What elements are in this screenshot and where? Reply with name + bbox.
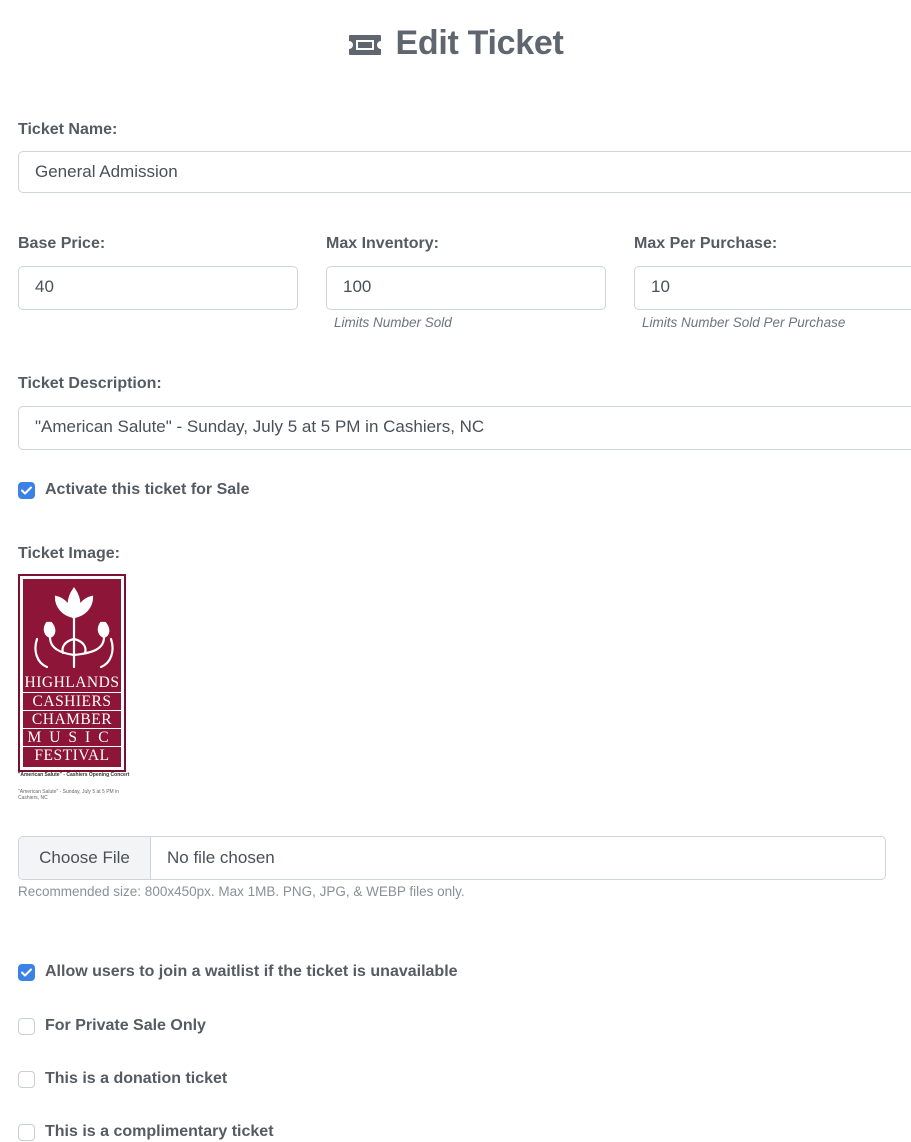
logo-line-1: HIGHLANDS bbox=[24, 674, 120, 691]
base-price-label: Base Price: bbox=[18, 235, 106, 252]
complimentary-checkbox[interactable] bbox=[18, 1123, 35, 1141]
ticket-image-preview: HIGHLANDS CASHIERS CHAMBER MUSIC FESTIVA… bbox=[18, 574, 126, 772]
max-inventory-label: Max Inventory: bbox=[326, 235, 439, 252]
ticket-name-input[interactable]: General Admission bbox=[18, 151, 911, 193]
activate-ticket-label: Activate this ticket for Sale bbox=[45, 481, 250, 498]
complimentary-row[interactable]: This is a complimentary ticket bbox=[18, 1123, 274, 1141]
donation-row[interactable]: This is a donation ticket bbox=[18, 1070, 227, 1088]
max-per-purchase-label: Max Per Purchase: bbox=[634, 235, 778, 252]
festival-logo-icon bbox=[34, 587, 114, 669]
file-size-hint: Recommended size: 800x450px. Max 1MB. PN… bbox=[18, 884, 465, 899]
max-inventory-help: Limits Number Sold bbox=[334, 315, 452, 330]
logo-line-5: FESTIVAL bbox=[23, 746, 121, 764]
donation-label: This is a donation ticket bbox=[45, 1070, 228, 1087]
ticket-description-input[interactable]: "American Salute" - Sunday, July 5 at 5 … bbox=[18, 406, 911, 450]
checkmark-icon bbox=[21, 968, 32, 976]
page-title: Edit Ticket bbox=[0, 24, 911, 63]
choose-file-button[interactable]: Choose File bbox=[19, 837, 151, 879]
max-inventory-input[interactable]: 100 bbox=[326, 266, 606, 310]
activate-ticket-row[interactable]: Activate this ticket for Sale bbox=[18, 481, 250, 499]
logo-line-2: CASHIERS bbox=[23, 692, 121, 710]
page-title-text: Edit Ticket bbox=[395, 24, 564, 62]
max-per-purchase-help: Limits Number Sold Per Purchase bbox=[642, 315, 846, 330]
checkmark-icon bbox=[21, 486, 32, 494]
private-sale-row[interactable]: For Private Sale Only bbox=[18, 1017, 206, 1035]
ticket-image-label: Ticket Image: bbox=[18, 545, 120, 562]
waitlist-label: Allow users to join a waitlist if the ti… bbox=[45, 963, 458, 980]
complimentary-label: This is a complimentary ticket bbox=[45, 1123, 274, 1140]
waitlist-row[interactable]: Allow users to join a waitlist if the ti… bbox=[18, 963, 458, 981]
base-price-input[interactable]: 40 bbox=[18, 266, 298, 310]
logo-line-4: MUSIC bbox=[23, 728, 121, 746]
image-caption-description: "American Salute" - Sunday, July 5 at 5 … bbox=[18, 789, 120, 801]
ticket-name-label: Ticket Name: bbox=[18, 121, 118, 138]
private-sale-checkbox[interactable] bbox=[18, 1017, 35, 1035]
file-input[interactable]: Choose File No file chosen bbox=[18, 836, 886, 880]
file-status-text: No file chosen bbox=[167, 848, 275, 867]
waitlist-checkbox[interactable] bbox=[18, 963, 35, 981]
image-caption-title: "American Salute" - Cashiers Opening Con… bbox=[18, 772, 130, 778]
ticket-description-label: Ticket Description: bbox=[18, 375, 162, 392]
private-sale-label: For Private Sale Only bbox=[45, 1017, 206, 1034]
max-per-purchase-input[interactable]: 10 bbox=[634, 266, 911, 310]
ticket-icon bbox=[349, 35, 382, 55]
activate-ticket-checkbox[interactable] bbox=[18, 481, 35, 499]
logo-line-3: CHAMBER bbox=[23, 710, 121, 728]
donation-checkbox[interactable] bbox=[18, 1070, 35, 1088]
